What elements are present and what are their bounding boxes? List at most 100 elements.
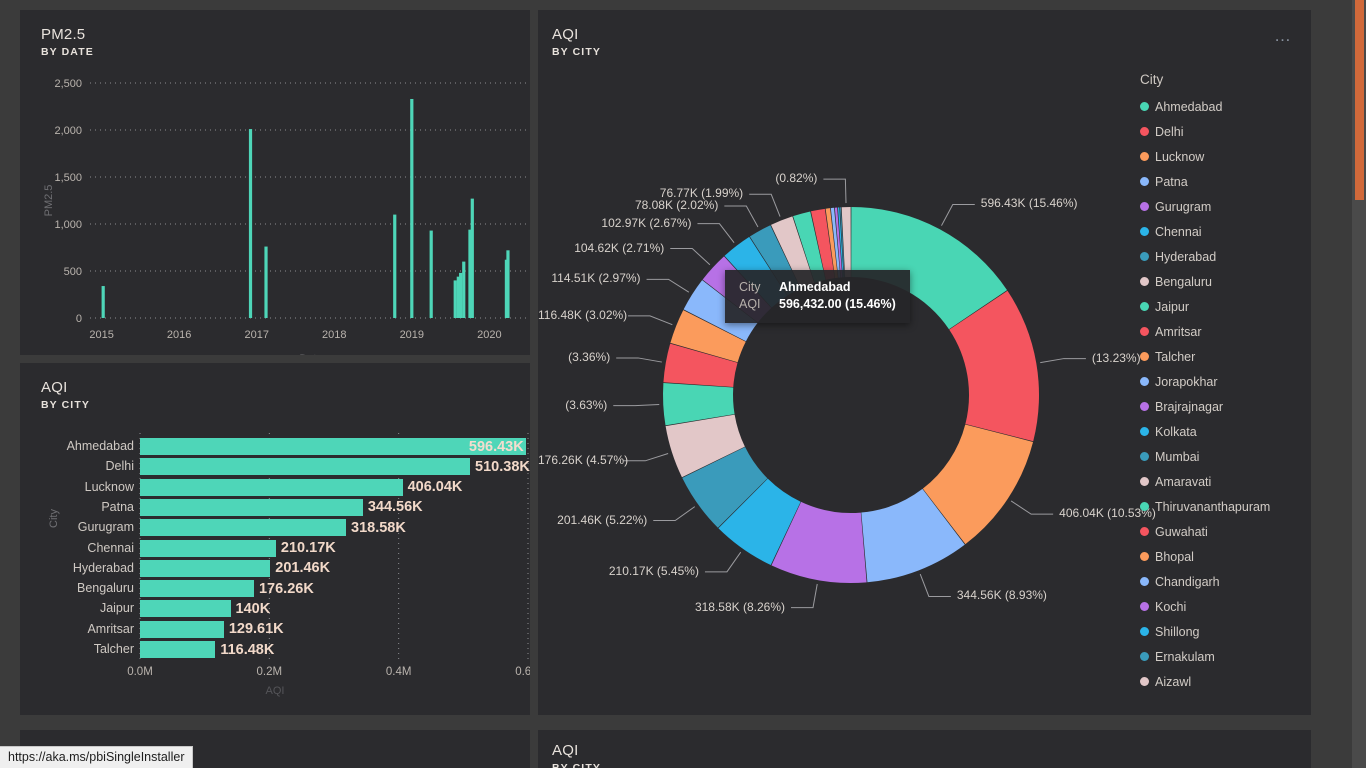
legend-item-ernakulam[interactable]: Ernakulam — [1140, 644, 1270, 669]
donut-slice-label: (3.63%) — [565, 397, 608, 412]
legend-item-guwahati[interactable]: Guwahati — [1140, 519, 1270, 544]
card-aqi-by-city-donut[interactable]: AQI BY CITY … 596.43K (15.46%) (13.23%) 40… — [538, 10, 1311, 715]
bar-chart-row[interactable]: Chennai 210.17K — [87, 539, 528, 557]
bar-rect[interactable] — [140, 498, 363, 516]
card-pm25-by-date[interactable]: PM2.5 BY DATE 0 500 1,000 1,500 2,000 2,500 20… — [20, 10, 530, 355]
legend-color-swatch — [1140, 302, 1149, 311]
legend-color-swatch — [1140, 527, 1149, 536]
legend-item-lucknow[interactable]: Lucknow — [1140, 144, 1270, 169]
bar-rect[interactable] — [140, 438, 526, 455]
legend-item-chandigarh[interactable]: Chandigarh — [1140, 569, 1270, 594]
bar-chart-row[interactable]: Ahmedabad 596.43K — [67, 438, 528, 455]
bar-rect[interactable] — [140, 620, 224, 638]
legend-item-ahmedabad[interactable]: Ahmedabad — [1140, 94, 1270, 119]
legend-color-swatch — [1140, 177, 1149, 186]
bar-value-label: 129.61K — [228, 621, 284, 638]
pm25-bar[interactable] — [470, 198, 474, 318]
legend-item-amaravati[interactable]: Amaravati — [1140, 469, 1270, 494]
card-bottom-right-partial[interactable]: AQI BY CITY — [538, 730, 1311, 768]
bar-rect[interactable] — [140, 478, 403, 496]
bar-value-label: 510.38K — [475, 458, 530, 475]
card-aqi-by-city-bar[interactable]: AQI BY CITY City Ahmedabad 596.43K Delhi 51… — [20, 363, 530, 715]
legend-item-aizawl[interactable]: Aizawl — [1140, 669, 1270, 694]
legend-item-delhi[interactable]: Delhi — [1140, 119, 1270, 144]
more-options-icon[interactable]: … — [1274, 27, 1293, 44]
bar-rect[interactable] — [140, 580, 254, 598]
bar-chart-row[interactable]: Talcher 116.48K — [94, 641, 528, 658]
bar-rect[interactable] — [140, 539, 276, 557]
bar-chart-row[interactable]: Amritsar 129.61K — [87, 620, 528, 638]
card-subtitle-pm25: BY DATE — [41, 46, 94, 58]
legend-item-thiruvananthapuram[interactable]: Thiruvananthapuram — [1140, 494, 1270, 519]
bar-chart-row[interactable]: Delhi 510.38K — [106, 458, 530, 476]
card-title-pm25: PM2.5 — [41, 26, 86, 43]
legend-items-list[interactable]: Ahmedabad Delhi Lucknow Patna Gurugram Chenna… — [1140, 94, 1270, 694]
bar-chart-x-tick: 0.2M — [256, 666, 283, 678]
legend-item-jaipur[interactable]: Jaipur — [1140, 294, 1270, 319]
bar-value-label: 596.43K — [468, 438, 524, 455]
legend-color-swatch — [1140, 627, 1149, 636]
pm25-bar[interactable] — [506, 250, 510, 318]
pm25-bar[interactable] — [429, 230, 433, 318]
bar-category-label: Bengaluru — [77, 581, 134, 596]
bar-category-label: Patna — [101, 499, 134, 514]
donut-slice-label: 176.26K (4.57%) — [538, 452, 629, 467]
donut-legend[interactable]: City Ahmedabad Delhi Lucknow Patna Gurugram C… — [1140, 72, 1270, 694]
legend-item-mumbai[interactable]: Mumbai — [1140, 444, 1270, 469]
bar-chart-row[interactable]: Patna 344.56K — [101, 498, 528, 516]
bar-rect[interactable] — [140, 559, 271, 577]
legend-item-label: Patna — [1155, 174, 1188, 189]
pm25-bar[interactable] — [410, 98, 414, 318]
pm25-bar[interactable] — [101, 286, 105, 318]
donut-slice-label: (3.36%) — [568, 349, 611, 364]
bar-chart-row[interactable]: Jaipur 140K — [100, 600, 528, 618]
donut-slice-tooltip: City Ahmedabad AQI 596,432.00 (15.46%) — [725, 270, 910, 323]
bar-chart-row[interactable]: Hyderabad 201.46K — [73, 559, 528, 577]
bar-chart-row[interactable]: Bengaluru 176.26K — [77, 580, 528, 598]
legend-item-label: Delhi — [1155, 124, 1184, 139]
legend-item-label: Chandigarh — [1155, 574, 1220, 589]
legend-item-kochi[interactable]: Kochi — [1140, 594, 1270, 619]
bar-chart-row[interactable]: Gurugram 318.58K — [78, 519, 528, 537]
pm25-bar[interactable] — [264, 246, 268, 318]
bar-chart-plot[interactable]: Ahmedabad 596.43K Delhi 510.38K Lucknow 406.0… — [67, 438, 530, 663]
pm25-bar[interactable] — [459, 272, 463, 318]
bar-rect[interactable] — [140, 641, 216, 658]
legend-item-kolkata[interactable]: Kolkata — [1140, 419, 1270, 444]
pm25-bar[interactable] — [462, 261, 466, 318]
legend-color-swatch — [1140, 352, 1149, 361]
bar-category-label: Amritsar — [87, 621, 134, 636]
legend-item-label: Kochi — [1155, 599, 1187, 614]
donut-slice-label: 102.97K (2.67%) — [601, 215, 692, 230]
bar-rect[interactable] — [140, 600, 231, 618]
legend-title: City — [1140, 72, 1164, 87]
pm25-bar[interactable] — [393, 214, 397, 318]
legend-item-amritsar[interactable]: Amritsar — [1140, 319, 1270, 344]
page-scrollbar-thumb[interactable] — [1355, 0, 1364, 200]
legend-item-bhopal[interactable]: Bhopal — [1140, 544, 1270, 569]
page-scrollbar-track[interactable] — [1352, 0, 1366, 768]
legend-item-patna[interactable]: Patna — [1140, 169, 1270, 194]
legend-item-label: Gurugram — [1155, 199, 1212, 214]
pm25-x-tick: 2019 — [400, 329, 424, 341]
legend-item-bengaluru[interactable]: Bengaluru — [1140, 269, 1270, 294]
pm25-bar[interactable] — [248, 129, 253, 318]
legend-item-brajrajnagar[interactable]: Brajrajnagar — [1140, 394, 1270, 419]
legend-color-swatch — [1140, 277, 1149, 286]
bar-chart-row[interactable]: Lucknow 406.04K — [85, 478, 528, 496]
legend-item-jorapokhar[interactable]: Jorapokhar — [1140, 369, 1270, 394]
bar-rect[interactable] — [140, 458, 470, 476]
bar-rect[interactable] — [140, 519, 346, 537]
legend-item-chennai[interactable]: Chennai — [1140, 219, 1270, 244]
legend-color-swatch — [1140, 502, 1149, 511]
legend-item-shillong[interactable]: Shillong — [1140, 619, 1270, 644]
legend-item-talcher[interactable]: Talcher — [1140, 344, 1270, 369]
legend-item-hyderabad[interactable]: Hyderabad — [1140, 244, 1270, 269]
pm25-x-axis-title: Date — [299, 353, 322, 355]
legend-item-label: Shillong — [1155, 624, 1200, 639]
legend-color-swatch — [1140, 477, 1149, 486]
pm25-bar[interactable] — [453, 280, 457, 318]
legend-item-gurugram[interactable]: Gurugram — [1140, 194, 1270, 219]
tooltip-value-city: Ahmedabad — [779, 280, 851, 294]
pm25-chart-plot[interactable]: 0 500 1,000 1,500 2,000 2,500 2015 2016 2017 2018… — [20, 65, 530, 355]
